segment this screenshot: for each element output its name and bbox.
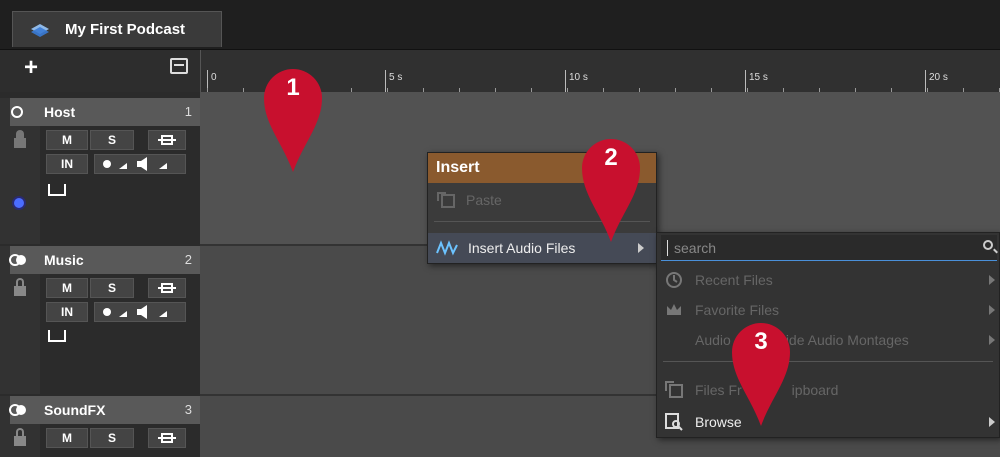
search-icon[interactable] xyxy=(983,240,993,250)
track-number: 1 xyxy=(184,104,192,119)
solo-button[interactable]: S xyxy=(90,278,134,298)
chevron-right-icon xyxy=(989,335,995,345)
track-number: 3 xyxy=(184,402,192,417)
track-name-bar[interactable]: Host xyxy=(10,98,200,126)
collapse-icon[interactable] xyxy=(170,58,188,74)
solo-button[interactable]: S xyxy=(90,428,134,448)
submenu-item-label-end: ipboard xyxy=(791,382,839,398)
browse-icon xyxy=(665,413,683,431)
waveform-icon xyxy=(436,239,458,257)
chevron-right-icon xyxy=(989,417,995,427)
montage-icon xyxy=(29,21,51,39)
callout-label: 2 xyxy=(604,144,618,171)
submenu-item-label: Recent Files xyxy=(695,272,773,288)
record-monitor-controls[interactable] xyxy=(94,302,186,322)
project-title: My First Podcast xyxy=(65,21,186,38)
menu-item-label: Insert Audio Files xyxy=(468,240,576,256)
submenu-item-audio-inside-montages[interactable]: Audio side Audio Montages xyxy=(657,325,999,355)
fx-insert-icon[interactable] xyxy=(148,278,186,298)
search-field[interactable]: search xyxy=(661,235,997,261)
fx-insert-icon[interactable] xyxy=(148,428,186,448)
monitor-icon[interactable] xyxy=(48,184,66,196)
ruler-label: 20 s xyxy=(929,72,948,83)
tab-bar: My First Podcast xyxy=(0,0,1000,50)
track-name-bar[interactable]: SoundFX xyxy=(8,396,200,424)
lock-icon[interactable] xyxy=(14,278,26,296)
track-header: + 0 5 s 10 s 15 s 20 s xyxy=(0,50,1000,92)
ruler-label: 0 xyxy=(211,72,217,83)
ruler-label: 10 s xyxy=(569,72,588,83)
ruler-label: 5 s xyxy=(389,72,403,83)
chevron-right-icon xyxy=(989,305,995,315)
ruler-label: 15 s xyxy=(749,72,768,83)
track-music[interactable]: Music 2 M S IN xyxy=(0,246,200,394)
mute-button[interactable]: M xyxy=(46,278,88,298)
submenu-item-label-end: side Audio Montages xyxy=(778,332,909,348)
callout-pin-3: 3 xyxy=(730,316,792,428)
search-placeholder: search xyxy=(674,239,717,256)
record-monitor-controls[interactable] xyxy=(94,154,186,174)
record-enable-icon[interactable] xyxy=(14,198,24,208)
submenu-item-favorite-files[interactable]: Favorite Files xyxy=(657,295,999,325)
track-soundfx[interactable]: SoundFX 3 M S xyxy=(0,396,200,457)
clock-icon xyxy=(665,271,683,289)
project-tab[interactable]: My First Podcast xyxy=(12,11,222,47)
stereo-icon xyxy=(8,252,30,268)
mono-icon xyxy=(8,104,30,120)
track-host[interactable]: Host 1 M S IN xyxy=(0,98,200,244)
submenu-item-browse[interactable]: Browse xyxy=(657,407,999,437)
chevron-right-icon xyxy=(989,275,995,285)
callout-label: 3 xyxy=(754,328,768,355)
callout-pin-2: 2 xyxy=(580,132,642,244)
fx-insert-icon[interactable] xyxy=(148,130,186,150)
mute-button[interactable]: M xyxy=(46,130,88,150)
callout-label: 1 xyxy=(286,74,300,101)
stereo-icon xyxy=(8,402,30,418)
monitor-icon[interactable] xyxy=(48,330,66,342)
plus-icon[interactable]: + xyxy=(24,56,38,80)
lock-icon[interactable] xyxy=(14,428,26,446)
submenu-item-recent-files[interactable]: Recent Files xyxy=(657,265,999,295)
submenu-item-files-from-clipboard[interactable]: Files Fr ipboard xyxy=(657,375,999,405)
track-name-bar[interactable]: Music xyxy=(8,246,200,274)
track-list: Host 1 M S IN Music 2 M S IN SoundFX 3 M… xyxy=(0,92,200,457)
track-name: Host xyxy=(44,104,76,120)
submenu-item-label-start: Audio xyxy=(695,332,731,348)
input-button[interactable]: IN xyxy=(46,154,88,174)
lock-icon[interactable] xyxy=(14,130,26,148)
track-number: 2 xyxy=(184,252,192,267)
insert-audio-files-submenu: search Recent Files Favorite Files Audio… xyxy=(656,232,1000,438)
menu-item-label: Paste xyxy=(466,192,502,208)
solo-button[interactable]: S xyxy=(90,130,134,150)
crown-icon xyxy=(665,301,683,319)
track-name: Music xyxy=(44,252,84,268)
chevron-right-icon xyxy=(638,243,644,253)
paste-icon xyxy=(436,191,458,209)
clipboard-icon xyxy=(665,381,683,399)
track-name: SoundFX xyxy=(44,402,106,418)
mute-button[interactable]: M xyxy=(46,428,88,448)
input-button[interactable]: IN xyxy=(46,302,88,322)
callout-pin-1: 1 xyxy=(262,62,324,174)
